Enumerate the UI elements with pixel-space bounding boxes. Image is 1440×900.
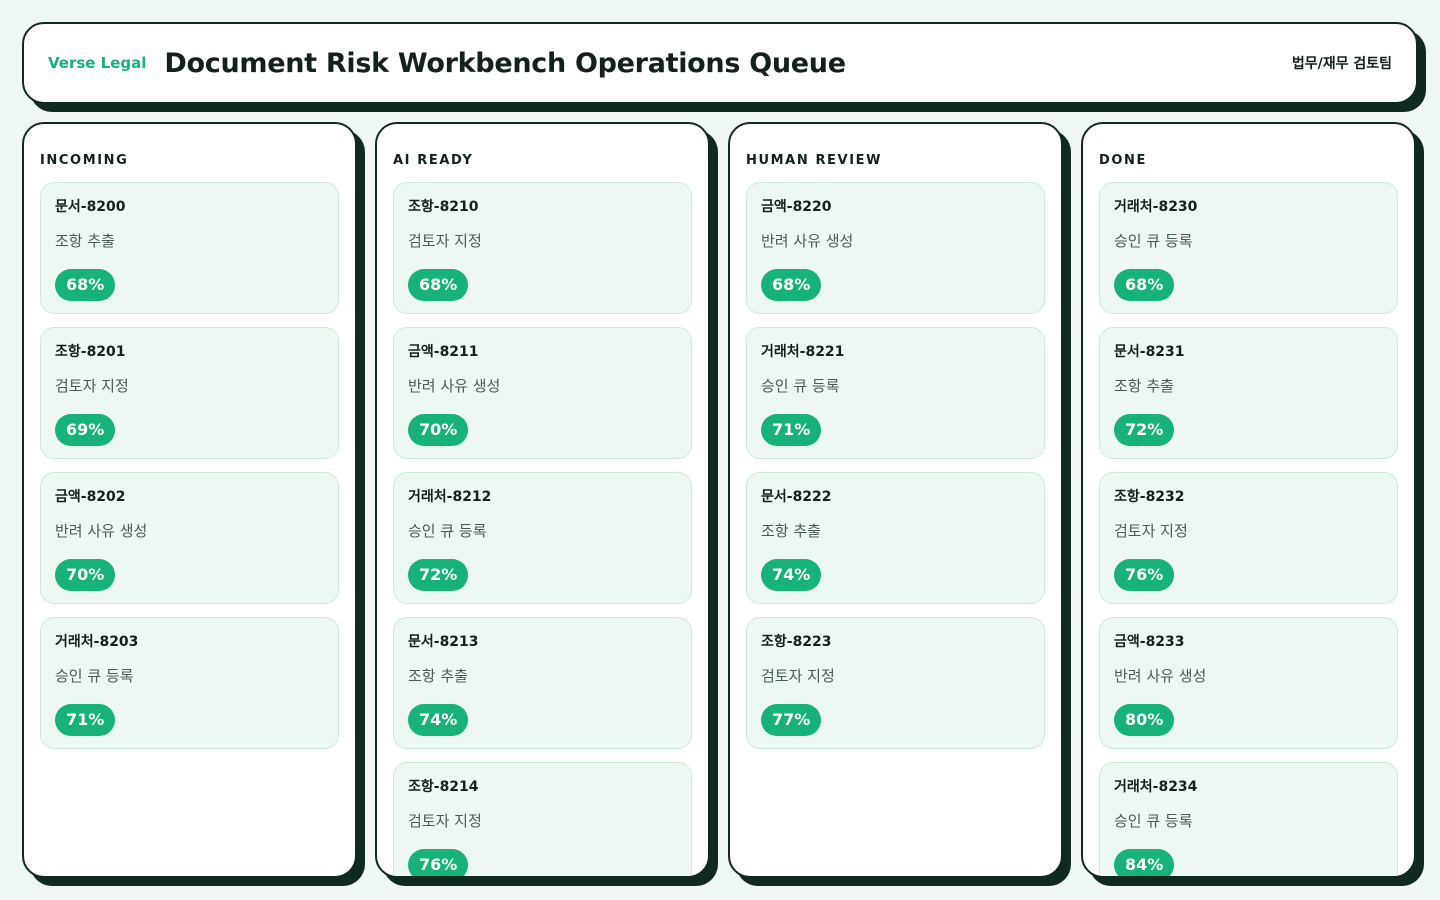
column-title: AI READY [393,153,474,168]
confidence-badge: 68% [408,269,469,301]
column-title: HUMAN REVIEW [746,153,883,168]
card-id: 문서-8231 [1114,344,1185,360]
card-task: 검토자 지정 [408,812,482,830]
queue-card[interactable]: 금액-8211 반려 사유 생성 70% [393,327,692,459]
column-incoming: INCOMING 문서-8200 조항 추출 68% 조항-8201 검토자 지… [22,122,357,878]
confidence-badge: 68% [761,269,822,301]
confidence-badge: 76% [408,849,469,876]
kanban-board: INCOMING 문서-8200 조항 추출 68% 조항-8201 검토자 지… [22,122,1418,878]
card-task: 승인 큐 등록 [1114,232,1193,250]
queue-card[interactable]: 문서-8222 조항 추출 74% [746,472,1045,604]
card-task: 검토자 지정 [55,377,129,395]
card-id: 거래처-8203 [55,634,139,650]
queue-card[interactable]: 문서-8213 조항 추출 74% [393,617,692,749]
confidence-badge: 80% [1114,704,1175,736]
queue-card[interactable]: 조항-8210 검토자 지정 68% [393,182,692,314]
card-task: 조항 추출 [408,667,468,685]
confidence-badge: 70% [408,414,469,446]
queue-card[interactable]: 금액-8202 반려 사유 생성 70% [40,472,339,604]
card-id: 조항-8210 [408,199,479,215]
confidence-badge: 71% [55,704,116,736]
card-task: 반려 사유 생성 [1114,667,1207,685]
confidence-badge: 72% [1114,414,1175,446]
confidence-badge: 84% [1114,849,1175,876]
confidence-badge: 68% [55,269,116,301]
card-id: 거래처-8234 [1114,779,1198,795]
card-id: 문서-8200 [55,199,126,215]
queue-card[interactable]: 거래처-8212 승인 큐 등록 72% [393,472,692,604]
card-task: 검토자 지정 [1114,522,1188,540]
queue-card[interactable]: 조항-8232 검토자 지정 76% [1099,472,1398,604]
queue-card[interactable]: 거래처-8203 승인 큐 등록 71% [40,617,339,749]
card-id: 거래처-8221 [761,344,845,360]
queue-card[interactable]: 문서-8200 조항 추출 68% [40,182,339,314]
confidence-badge: 69% [55,414,116,446]
card-id: 조항-8223 [761,634,832,650]
card-id: 문서-8213 [408,634,479,650]
card-task: 조항 추출 [761,522,821,540]
queue-card[interactable]: 거래처-8230 승인 큐 등록 68% [1099,182,1398,314]
column-title: INCOMING [40,153,129,168]
card-id: 금액-8202 [55,489,126,505]
confidence-badge: 77% [761,704,822,736]
card-id: 조항-8201 [55,344,126,360]
card-id: 조항-8232 [1114,489,1185,505]
app-header: Verse Legal Document Risk Workbench Oper… [22,22,1418,104]
card-task: 승인 큐 등록 [408,522,487,540]
queue-card[interactable]: 조항-8223 검토자 지정 77% [746,617,1045,749]
queue-card[interactable]: 거래처-8221 승인 큐 등록 71% [746,327,1045,459]
confidence-badge: 71% [761,414,822,446]
card-task: 승인 큐 등록 [55,667,134,685]
card-id: 금액-8220 [761,199,832,215]
brand-logo[interactable]: Verse Legal [48,54,146,72]
card-task: 반려 사유 생성 [55,522,148,540]
page-title: Document Risk Workbench Operations Queue [164,47,846,79]
card-id: 조항-8214 [408,779,479,795]
column-title: DONE [1099,153,1148,168]
team-label: 법무/재무 검토팀 [1291,56,1392,72]
card-task: 검토자 지정 [761,667,835,685]
confidence-badge: 72% [408,559,469,591]
card-task: 반려 사유 생성 [761,232,854,250]
confidence-badge: 74% [408,704,469,736]
queue-card[interactable]: 조항-8201 검토자 지정 69% [40,327,339,459]
confidence-badge: 76% [1114,559,1175,591]
card-task: 승인 큐 등록 [761,377,840,395]
confidence-badge: 68% [1114,269,1175,301]
queue-card[interactable]: 조항-8214 검토자 지정 76% [393,762,692,876]
card-id: 금액-8233 [1114,634,1185,650]
card-task: 검토자 지정 [408,232,482,250]
column-ai-ready: AI READY 조항-8210 검토자 지정 68% 금액-8211 반려 사… [375,122,710,878]
card-id: 문서-8222 [761,489,832,505]
card-id: 거래처-8212 [408,489,492,505]
queue-card[interactable]: 문서-8231 조항 추출 72% [1099,327,1398,459]
card-task: 조항 추출 [1114,377,1174,395]
queue-card[interactable]: 금액-8220 반려 사유 생성 68% [746,182,1045,314]
queue-card[interactable]: 거래처-8234 승인 큐 등록 84% [1099,762,1398,876]
card-id: 금액-8211 [408,344,479,360]
card-task: 승인 큐 등록 [1114,812,1193,830]
column-done: DONE 거래처-8230 승인 큐 등록 68% 문서-8231 조항 추출 … [1081,122,1416,878]
card-task: 반려 사유 생성 [408,377,501,395]
confidence-badge: 74% [761,559,822,591]
confidence-badge: 70% [55,559,116,591]
card-id: 거래처-8230 [1114,199,1198,215]
column-human-review: HUMAN REVIEW 금액-8220 반려 사유 생성 68% 거래처-82… [728,122,1063,878]
card-task: 조항 추출 [55,232,115,250]
queue-card[interactable]: 금액-8233 반려 사유 생성 80% [1099,617,1398,749]
